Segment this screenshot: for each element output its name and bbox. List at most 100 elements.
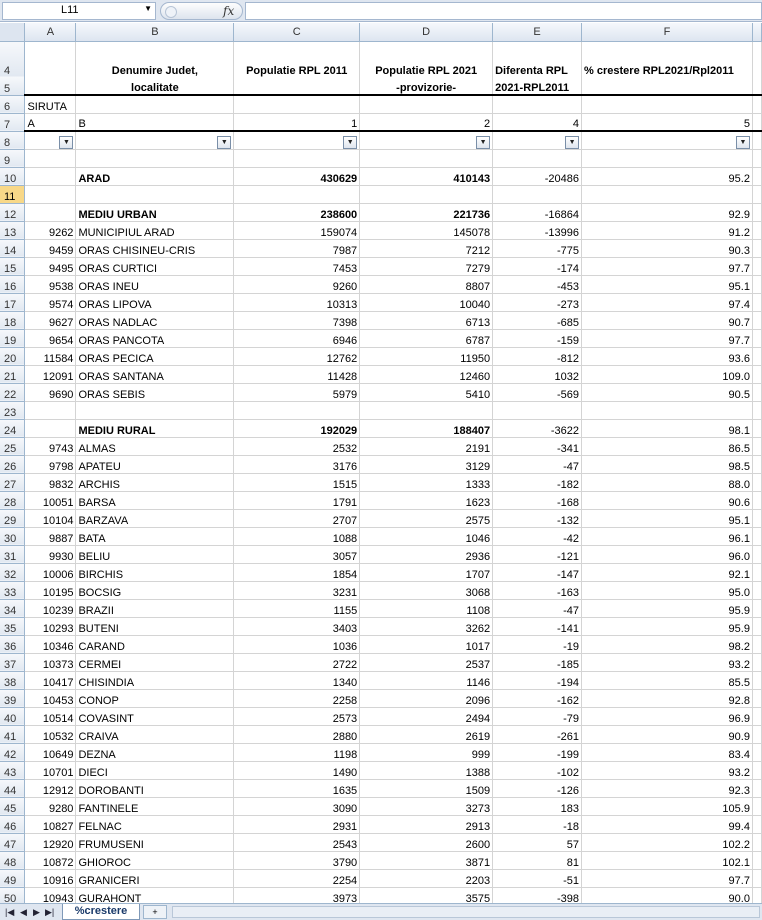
value-cell[interactable]: 90.5 [581, 383, 753, 402]
name-cell[interactable]: ORAS INEU [75, 275, 235, 294]
siruta-cell[interactable]: 10532 [24, 725, 77, 744]
value-cell[interactable]: -174 [492, 257, 583, 276]
cell[interactable] [752, 527, 762, 546]
value-cell[interactable]: 2537 [359, 653, 494, 672]
name-cell[interactable]: ORAS PECICA [75, 347, 235, 366]
name-cell[interactable]: ORAS SEBIS [75, 383, 235, 402]
siruta-cell[interactable]: 10104 [24, 509, 77, 528]
siruta-cell[interactable]: 9743 [24, 437, 77, 456]
value-cell[interactable] [581, 401, 753, 420]
value-cell[interactable] [581, 185, 753, 204]
value-cell[interactable]: -194 [492, 671, 583, 690]
row-header[interactable]: 25 [0, 437, 26, 456]
cell[interactable] [752, 311, 762, 330]
filter-dropdown-icon[interactable]: ▼ [59, 135, 74, 148]
cell[interactable] [752, 581, 762, 600]
value-cell[interactable]: 1155 [233, 599, 361, 618]
siruta-cell[interactable]: 10701 [24, 761, 77, 780]
value-cell[interactable]: 109.0 [581, 365, 753, 384]
header-cell[interactable]: Denumire Judet, [75, 41, 235, 77]
value-cell[interactable]: 2532 [233, 437, 361, 456]
cell[interactable] [581, 95, 753, 114]
value-cell[interactable]: 1340 [233, 671, 361, 690]
value-cell[interactable] [492, 401, 583, 420]
row-header[interactable]: 47 [0, 833, 26, 852]
value-cell[interactable]: -47 [492, 455, 583, 474]
value-cell[interactable]: -19 [492, 635, 583, 654]
row-header[interactable]: 32 [0, 563, 26, 582]
name-cell[interactable]: FELNAC [75, 815, 235, 834]
row-header[interactable]: 49 [0, 869, 26, 888]
header-cell[interactable]: 2021-RPL2011 [492, 77, 583, 96]
value-cell[interactable]: -182 [492, 473, 583, 492]
value-cell[interactable]: -20486 [492, 167, 583, 186]
row-header[interactable]: 24 [0, 419, 26, 438]
siruta-cell[interactable]: 10453 [24, 689, 77, 708]
name-cell[interactable]: ORAS NADLAC [75, 311, 235, 330]
value-cell[interactable]: 6787 [359, 329, 494, 348]
filter-dropdown-icon[interactable]: ▼ [476, 135, 491, 148]
name-cell[interactable] [75, 185, 235, 204]
name-cell[interactable]: ORAS CHISINEU-CRIS [75, 239, 235, 258]
row-header[interactable]: 40 [0, 707, 26, 726]
name-cell[interactable] [75, 401, 235, 420]
value-cell[interactable]: 7279 [359, 257, 494, 276]
cell[interactable] [752, 797, 762, 816]
value-cell[interactable]: 95.1 [581, 509, 753, 528]
value-cell[interactable]: -79 [492, 707, 583, 726]
value-cell[interactable]: 10313 [233, 293, 361, 312]
prev-sheet-icon[interactable]: ◀ [20, 907, 27, 918]
row-header[interactable]: 8 [0, 131, 26, 150]
value-cell[interactable]: 1707 [359, 563, 494, 582]
cell[interactable] [752, 149, 762, 168]
row-header[interactable]: 43 [0, 761, 26, 780]
cell[interactable] [752, 221, 762, 240]
value-cell[interactable]: -199 [492, 743, 583, 762]
value-cell[interactable]: 93.2 [581, 653, 753, 672]
cell[interactable] [752, 257, 762, 276]
name-cell[interactable]: BUTENI [75, 617, 235, 636]
value-cell[interactable]: 1088 [233, 527, 361, 546]
siruta-cell[interactable]: 12912 [24, 779, 77, 798]
row-header[interactable]: 31 [0, 545, 26, 564]
value-cell[interactable]: 91.2 [581, 221, 753, 240]
value-cell[interactable]: 5410 [359, 383, 494, 402]
insert-sheet-icon[interactable]: + [143, 905, 167, 919]
cell[interactable] [752, 635, 762, 654]
value-cell[interactable]: -569 [492, 383, 583, 402]
row-header[interactable]: 18 [0, 311, 26, 330]
value-cell[interactable]: 95.2 [581, 167, 753, 186]
value-cell[interactable]: -51 [492, 869, 583, 888]
siruta-cell[interactable]: 10872 [24, 851, 77, 870]
filter-dropdown-icon[interactable]: ▼ [217, 135, 232, 148]
value-cell[interactable]: 90.7 [581, 311, 753, 330]
row-header[interactable]: 15 [0, 257, 26, 276]
column-header-f[interactable]: F [581, 23, 753, 42]
name-cell[interactable]: ARCHIS [75, 473, 235, 492]
header-cell[interactable]: 5 [581, 113, 753, 132]
value-cell[interactable] [233, 185, 361, 204]
name-cell[interactable] [75, 149, 235, 168]
value-cell[interactable] [359, 185, 494, 204]
value-cell[interactable]: 2191 [359, 437, 494, 456]
value-cell[interactable]: 96.9 [581, 707, 753, 726]
name-cell[interactable]: FANTINELE [75, 797, 235, 816]
row-header[interactable]: 33 [0, 581, 26, 600]
value-cell[interactable]: 221736 [359, 203, 494, 222]
siruta-cell[interactable]: 10293 [24, 617, 77, 636]
value-cell[interactable]: 2096 [359, 689, 494, 708]
value-cell[interactable]: -18 [492, 815, 583, 834]
cell[interactable] [752, 545, 762, 564]
row-header[interactable]: 23 [0, 401, 26, 420]
cell[interactable] [752, 725, 762, 744]
value-cell[interactable]: 188407 [359, 419, 494, 438]
value-cell[interactable]: 2931 [233, 815, 361, 834]
cell[interactable] [581, 77, 753, 96]
siruta-cell[interactable]: 10827 [24, 815, 77, 834]
cell[interactable] [752, 347, 762, 366]
cell[interactable] [752, 95, 762, 114]
value-cell[interactable]: 1333 [359, 473, 494, 492]
siruta-cell[interactable]: 9887 [24, 527, 77, 546]
value-cell[interactable]: 95.9 [581, 617, 753, 636]
name-box[interactable]: L11 ▼ [2, 2, 156, 20]
